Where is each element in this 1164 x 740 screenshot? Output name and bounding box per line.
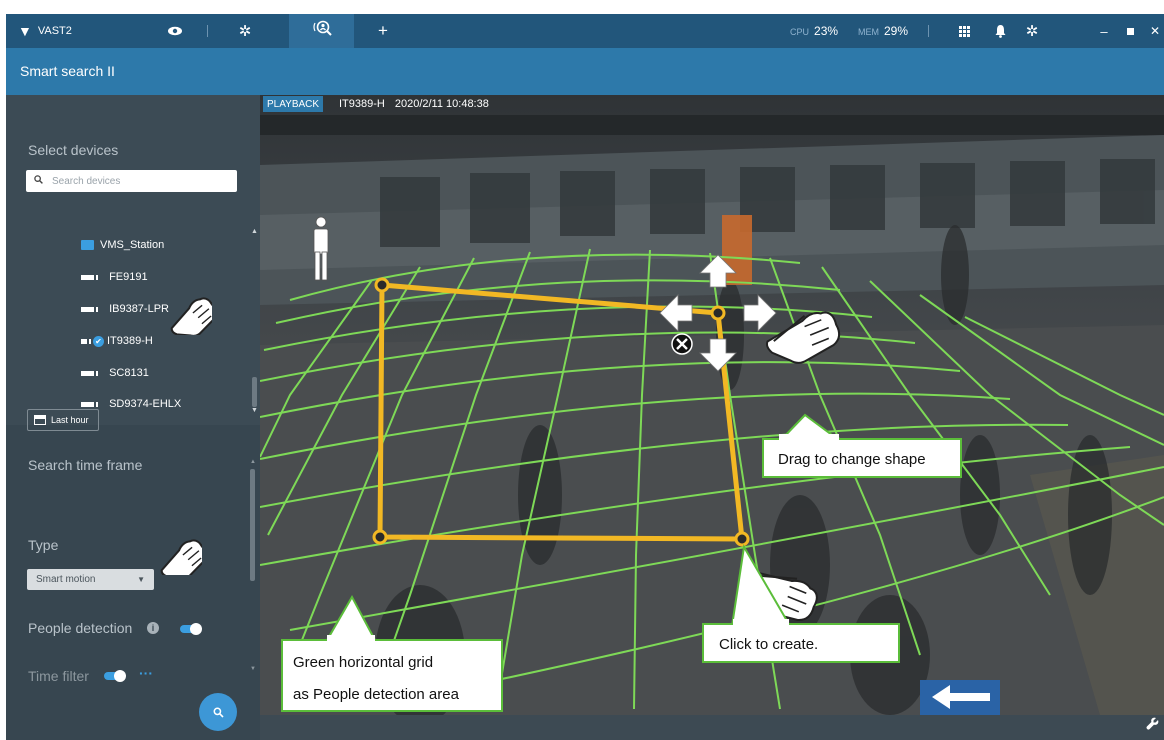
device-label: SC8131 — [109, 367, 149, 379]
camera-icon — [81, 370, 98, 376]
type-label: Type — [28, 537, 59, 553]
mem-value: 29% — [884, 24, 909, 38]
grid-callout-line1: Green horizontal grid — [293, 654, 433, 671]
cpu-value: 23% — [814, 24, 839, 38]
scroll-down-arrow[interactable]: ▼ — [250, 666, 256, 672]
gear-icon[interactable]: ✲ — [230, 14, 260, 48]
last-hour-label: Last hour — [51, 415, 89, 425]
scroll-down-arrow[interactable]: ▼ — [251, 407, 258, 414]
cpu-usage: CPU 23% — [790, 24, 838, 38]
search-options-panel: Select devices Search devices VMS_Statio… — [6, 95, 260, 740]
grid-icon[interactable] — [949, 14, 979, 48]
page-header: Smart search II — [6, 48, 1164, 95]
tab-smart-search[interactable] — [289, 14, 354, 48]
device-item[interactable]: SC8131 — [81, 367, 149, 379]
scroll-up-arrow[interactable]: ▲ — [250, 459, 256, 465]
camera-icon — [81, 306, 98, 312]
select-devices-label: Select devices — [28, 142, 119, 158]
toolbar-divider — [928, 25, 929, 37]
camera-icon — [81, 401, 98, 407]
wrench-icon[interactable] — [1146, 717, 1159, 734]
device-search-field[interactable]: Search devices — [26, 170, 237, 192]
search-button[interactable] — [199, 693, 237, 731]
playback-badge: PLAYBACK — [263, 96, 324, 112]
last-hour-button[interactable]: Last hour — [27, 409, 99, 431]
drag-callout-text: Drag to change shape — [778, 451, 926, 468]
more-options-icon[interactable]: ··· — [139, 665, 153, 681]
playback-timestamp: 2020/2/11 10:48:38 — [394, 98, 489, 110]
maximize-icon — [1126, 27, 1134, 35]
search-icon — [213, 707, 224, 718]
tree-item-station[interactable]: VMS_Station — [81, 239, 164, 251]
dropdown-arrow-icon: ▼ — [137, 575, 145, 584]
camera-icon — [81, 338, 91, 344]
people-detection-label: People detection — [28, 620, 133, 636]
device-label: SD9374-EHLX — [109, 398, 182, 410]
bell-icon[interactable] — [985, 14, 1015, 48]
app-window: ▼ VAST2 ✲ + CPU 23% MEM 29% ✲ – ✕ Smart … — [6, 14, 1164, 740]
time-frame-label: Search time frame — [28, 457, 143, 473]
mem-label: MEM — [858, 27, 879, 37]
device-list-scrollbar[interactable] — [252, 377, 257, 407]
page-title: Smart search II — [20, 63, 115, 79]
device-label: IT9389-H — [107, 335, 153, 347]
search-icon — [34, 175, 43, 187]
hand-pointer-icon — [170, 297, 212, 335]
click-callout-text: Click to create. — [719, 636, 818, 653]
playback-info: IT9389-H 2020/2/11 10:48:38 — [339, 98, 489, 110]
close-button[interactable]: ✕ — [1140, 14, 1164, 48]
options-scrollbar[interactable] — [250, 469, 255, 581]
device-label: FE9191 — [109, 271, 148, 283]
toolbar-divider — [207, 25, 208, 37]
search-placeholder: Search devices — [52, 175, 121, 187]
camera-name: IT9389-H — [339, 98, 385, 110]
people-detection-toggle[interactable] — [180, 623, 202, 635]
exit-arrow-sign — [920, 680, 1000, 715]
time-filter-toggle[interactable] — [104, 670, 126, 682]
camera-scene: Drag to change shape Click to create. Gr… — [260, 95, 1164, 715]
person-search-icon — [311, 20, 333, 42]
mem-usage: MEM 29% — [858, 24, 908, 38]
device-selector: Select devices Search devices VMS_Statio… — [6, 95, 260, 425]
type-select[interactable]: Smart motion ▼ — [27, 569, 154, 590]
top-bar: ▼ VAST2 ✲ + CPU 23% MEM 29% ✲ – ✕ — [6, 14, 1164, 48]
gear-icon[interactable]: ✲ — [1017, 14, 1047, 48]
video-bottom-bar — [260, 715, 1164, 740]
checkmark-icon: ✔ — [93, 335, 104, 347]
folder-icon — [81, 240, 94, 250]
time-filter-label: Time filter — [28, 668, 89, 684]
vivotek-logo-icon: ▼ — [18, 23, 32, 39]
camera-icon — [81, 274, 98, 280]
scroll-up-arrow[interactable]: ▲ — [251, 228, 258, 235]
video-view[interactable]: Drag to change shape Click to create. Gr… — [260, 95, 1164, 715]
app-title: VAST2 — [37, 25, 72, 37]
device-item[interactable]: FE9191 — [81, 271, 148, 283]
plus-icon[interactable]: + — [368, 14, 398, 48]
grid-callout-line2: as People detection area — [293, 686, 460, 703]
hand-pointer-icon — [160, 539, 202, 575]
station-label: VMS_Station — [100, 239, 165, 251]
app-logo[interactable]: ▼ VAST2 — [18, 23, 72, 39]
info-icon[interactable]: i — [147, 622, 159, 634]
type-value: Smart motion — [36, 574, 96, 585]
cpu-label: CPU — [790, 27, 810, 37]
calendar-icon — [34, 415, 46, 425]
eye-icon[interactable] — [160, 14, 190, 48]
device-item-selected[interactable]: ✔ IT9389-H — [81, 335, 153, 347]
